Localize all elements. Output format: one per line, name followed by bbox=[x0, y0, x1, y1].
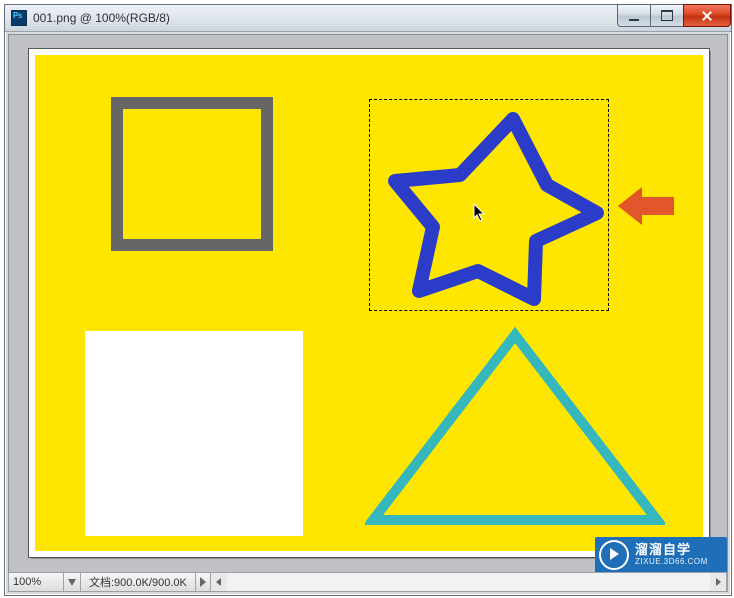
zoom-field[interactable]: 100% bbox=[9, 573, 64, 591]
statusbar: 100% 文档:900.0K/900.0K bbox=[8, 572, 728, 592]
canvas[interactable] bbox=[35, 55, 703, 551]
watermark-badge: 溜溜自学 ZIXUE.3D66.COM bbox=[595, 537, 727, 573]
doc-info-menu-button[interactable] bbox=[196, 573, 211, 591]
watermark-sub-text: ZIXUE.3D66.COM bbox=[635, 558, 708, 567]
watermark-main-text: 溜溜自学 bbox=[635, 543, 708, 557]
scroll-left-button[interactable] bbox=[211, 573, 227, 591]
canvas-frame bbox=[29, 49, 709, 557]
scroll-right-button[interactable] bbox=[710, 573, 726, 591]
play-icon bbox=[599, 540, 629, 570]
white-rectangle-shape[interactable] bbox=[85, 331, 303, 536]
minimize-button[interactable] bbox=[617, 4, 651, 27]
teal-triangle-shape[interactable] bbox=[365, 325, 665, 535]
document-window: 001.png @ 100%(RGB/8) bbox=[4, 4, 732, 596]
close-button[interactable] bbox=[683, 4, 731, 27]
photoshop-icon bbox=[11, 10, 27, 26]
zoom-menu-button[interactable] bbox=[64, 573, 81, 591]
scroll-track[interactable] bbox=[227, 573, 710, 591]
mouse-cursor-icon bbox=[473, 203, 487, 223]
maximize-button[interactable] bbox=[650, 4, 684, 27]
grey-square-shape[interactable] bbox=[111, 97, 273, 251]
window-controls bbox=[618, 4, 731, 25]
blue-star-shape[interactable] bbox=[365, 101, 615, 321]
titlebar[interactable]: 001.png @ 100%(RGB/8) bbox=[5, 5, 731, 32]
doc-size-label[interactable]: 文档:900.0K/900.0K bbox=[81, 573, 196, 591]
document-viewport[interactable] bbox=[8, 34, 728, 573]
horizontal-scrollbar[interactable] bbox=[211, 573, 727, 591]
annotation-arrow-icon bbox=[618, 183, 674, 229]
document-title: 001.png @ 100%(RGB/8) bbox=[33, 11, 170, 25]
